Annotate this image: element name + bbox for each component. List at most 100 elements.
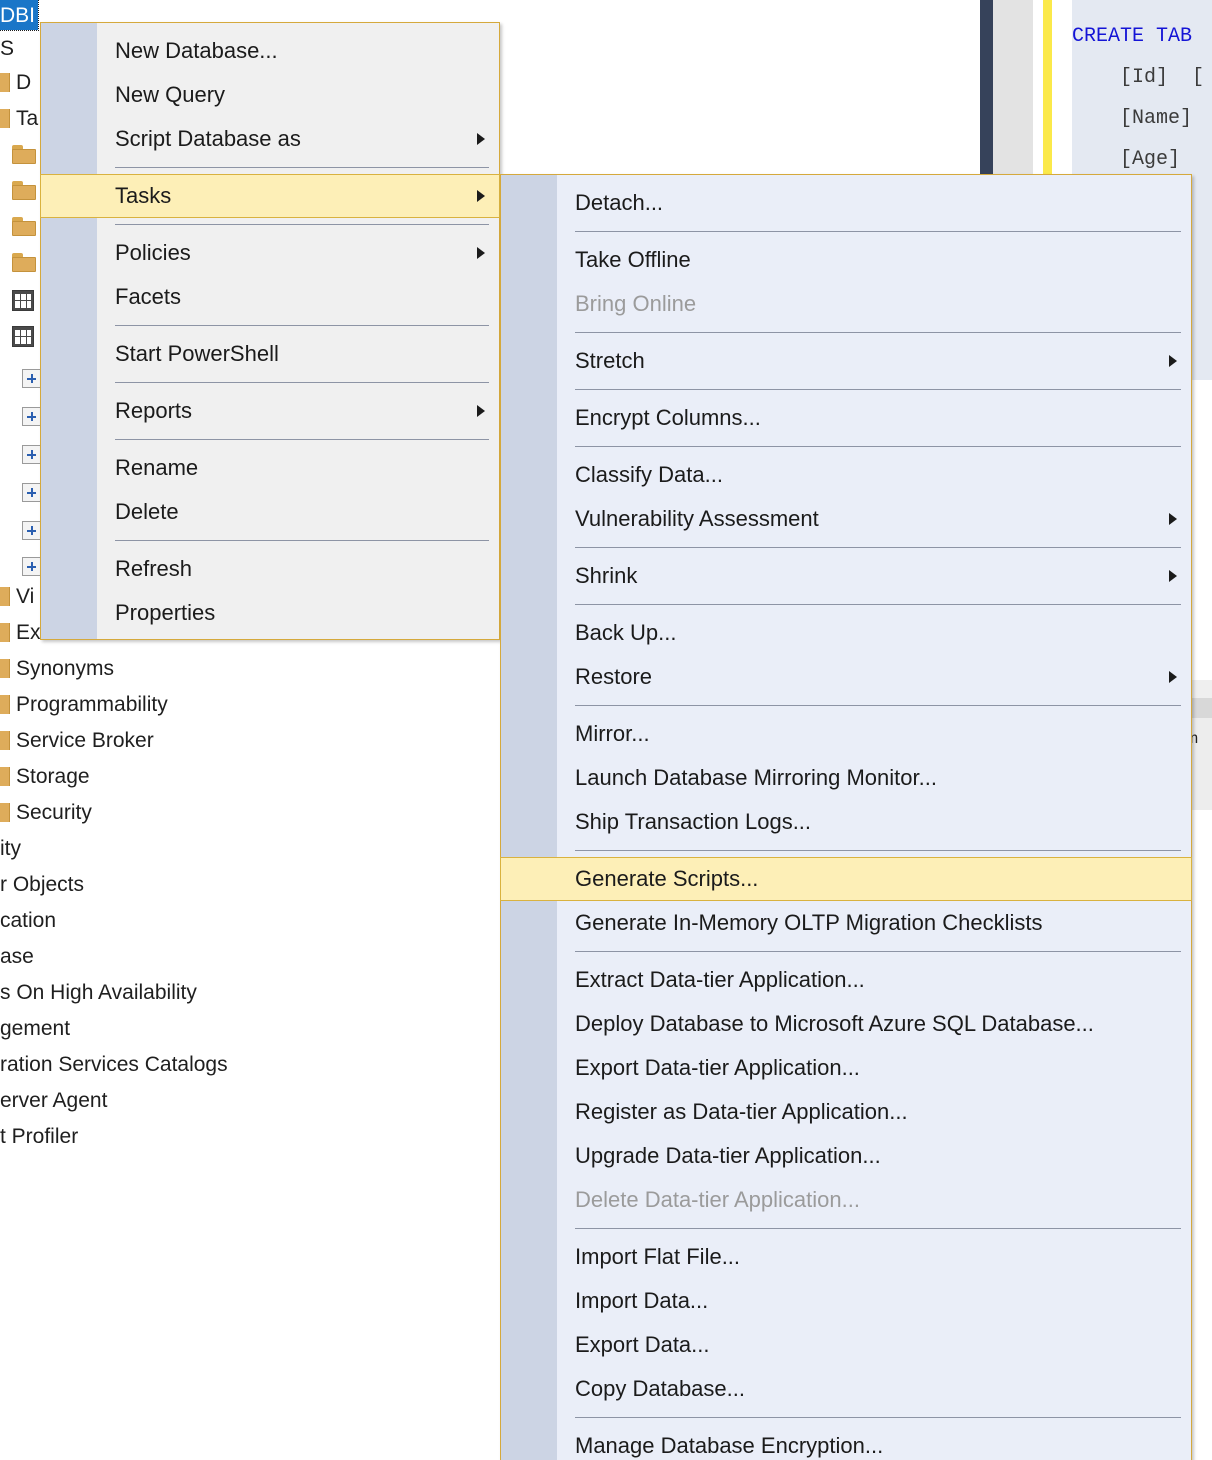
menu-item[interactable]: New Query [41,73,499,117]
expand-plus-icon[interactable] [22,445,41,464]
menu-item[interactable]: Launch Database Mirroring Monitor... [501,756,1191,800]
menu-separator [115,540,489,541]
menu-item[interactable]: Stretch [501,339,1191,383]
menu-item[interactable]: Facets [41,275,499,319]
menu-item[interactable]: Export Data-tier Application... [501,1046,1191,1090]
menu-item[interactable]: Encrypt Columns... [501,396,1191,440]
expand-plus-icon[interactable] [22,407,41,426]
tasks-submenu[interactable]: Detach...Take OfflineBring OnlineStretch… [500,174,1192,1460]
menu-item[interactable]: Shrink [501,554,1191,598]
tree-node[interactable] [0,172,42,208]
expand-plus-icon[interactable] [22,521,41,540]
database-context-menu[interactable]: New Database...New Query Script Database … [40,22,500,640]
expand-plus-icon[interactable] [22,369,41,388]
menu-item[interactable]: New Database... [41,29,499,73]
expand-plus-icon[interactable] [22,557,41,576]
tree-node[interactable]: ase [0,938,34,974]
menu-item[interactable]: Take Offline [501,238,1191,282]
menu-item-label: Export Data... [575,1332,710,1358]
folder-icon [0,767,10,786]
tree-node-label: Storage [16,766,90,787]
table-icon [12,290,34,311]
tree-node[interactable]: t Profiler [0,1118,78,1154]
menu-item-label: Script Database as [115,126,301,152]
menu-item-label: Vulnerability Assessment [575,506,819,532]
menu-item-label: Stretch [575,348,645,374]
menu-item-label: Mirror... [575,721,650,747]
tree-node[interactable] [0,282,40,318]
menu-item[interactable]: Deploy Database to Microsoft Azure SQL D… [501,1002,1191,1046]
sql-column-age: [Age] [1072,148,1180,171]
tree-node[interactable] [0,208,42,244]
tree-node[interactable] [0,318,40,354]
menu-item[interactable]: Script Database as [41,117,499,161]
menu-item[interactable]: Vulnerability Assessment [501,497,1191,541]
menu-item[interactable]: Start PowerShell [41,332,499,376]
menu-separator [575,1228,1181,1229]
menu-item-label: Start PowerShell [115,341,279,367]
tree-node[interactable]: Security [0,794,92,830]
tree-node[interactable]: Programmability [0,686,168,722]
tree-node[interactable]: Synonyms [0,650,114,686]
menu-item[interactable]: Restore [501,655,1191,699]
submenu-arrow-icon [477,133,485,145]
menu-item[interactable]: Upgrade Data-tier Application... [501,1134,1191,1178]
menu-item[interactable]: Ship Transaction Logs... [501,800,1191,844]
tree-node-selected[interactable]: DBI [0,0,38,30]
expand-plus-icon[interactable] [22,483,41,502]
menu-item[interactable]: Refresh [41,547,499,591]
menu-item[interactable]: Tasks [40,174,500,218]
submenu-arrow-icon [1169,570,1177,582]
tree-node[interactable]: gement [0,1010,70,1046]
menu-item[interactable]: Detach... [501,181,1191,225]
menu-item[interactable]: Rename [41,446,499,490]
menu-item[interactable]: Export Data... [501,1323,1191,1367]
menu-item[interactable]: Generate In-Memory OLTP Migration Checkl… [501,901,1191,945]
menu-separator [575,446,1181,447]
tree-node[interactable]: Storage [0,758,90,794]
menu-item[interactable]: Reports [41,389,499,433]
menu-item[interactable]: Extract Data-tier Application... [501,958,1191,1002]
tree-node[interactable] [0,244,42,280]
menu-item[interactable]: Mirror... [501,712,1191,756]
tree-node[interactable]: cation [0,902,56,938]
tree-node[interactable]: Service Broker [0,722,154,758]
menu-item-label: Facets [115,284,181,310]
menu-item[interactable]: Manage Database Encryption... [501,1424,1191,1460]
menu-separator [575,705,1181,706]
menu-item[interactable]: Back Up... [501,611,1191,655]
folder-icon [0,659,10,678]
tree-node[interactable]: r Objects [0,866,84,902]
sql-keyword-create-table: CREATE TAB [1072,25,1192,48]
tree-node[interactable]: ity [0,830,21,866]
tree-node[interactable]: Ex [0,614,41,650]
menu-item-label: Launch Database Mirroring Monitor... [575,765,937,791]
menu-item[interactable]: Classify Data... [501,453,1191,497]
ssms-screenshot: CREATE TAB [Id] [ [Name] [Age] [Addre r]… [0,0,1212,1460]
tree-node-label: D [16,72,31,93]
menu-item[interactable]: Policies [41,231,499,275]
menu-separator [575,547,1181,548]
tree-node[interactable]: erver Agent [0,1082,107,1118]
menu-item[interactable]: Import Data... [501,1279,1191,1323]
menu-separator [115,167,489,168]
menu-item[interactable]: Import Flat File... [501,1235,1191,1279]
tree-node-label: gement [0,1018,70,1039]
menu-item-label: Export Data-tier Application... [575,1055,860,1081]
menu-item[interactable]: Delete [41,490,499,534]
menu-separator [575,332,1181,333]
menu-item[interactable]: Generate Scripts... [500,857,1192,901]
menu-item-label: Delete [115,499,179,525]
tree-node[interactable]: ration Services Catalogs [0,1046,228,1082]
menu-item[interactable]: Copy Database... [501,1367,1191,1411]
menu-separator [115,325,489,326]
tree-node[interactable]: Ta [0,100,38,136]
menu-item[interactable]: Register as Data-tier Application... [501,1090,1191,1134]
menu-separator [115,224,489,225]
menu-item[interactable]: Properties [41,591,499,635]
tree-node[interactable]: D [0,64,31,100]
tree-node[interactable]: Vi [0,578,34,614]
tree-node[interactable] [0,136,42,172]
tree-node[interactable]: S [0,30,14,66]
tree-node[interactable]: s On High Availability [0,974,197,1010]
